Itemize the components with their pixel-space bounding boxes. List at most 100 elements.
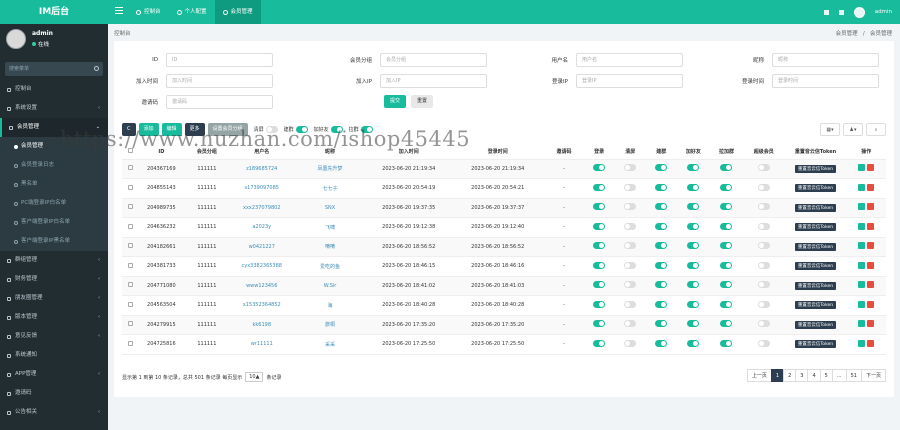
reset-token-button[interactable]: 重置音云信Token bbox=[794, 164, 837, 173]
edit-icon[interactable] bbox=[858, 203, 866, 211]
cell-username[interactable]: s1739097085 bbox=[229, 178, 294, 199]
cell-nickname[interactable]: 嘀嘀 bbox=[293, 237, 367, 257]
sidebar-subitem-blacklist[interactable]: 黑名单 bbox=[0, 175, 108, 194]
invite-code-field[interactable]: 邀请码 bbox=[166, 95, 273, 109]
toggle[interactable] bbox=[720, 242, 733, 250]
join-time-field[interactable]: 加入时间 bbox=[166, 74, 273, 88]
edit-icon[interactable] bbox=[858, 222, 866, 230]
row-checkbox[interactable] bbox=[127, 340, 133, 346]
toggle[interactable] bbox=[593, 300, 606, 308]
toggle[interactable] bbox=[624, 261, 637, 269]
edit-icon[interactable] bbox=[858, 261, 866, 269]
fullscreen-icon[interactable] bbox=[838, 9, 844, 15]
sidebar-item-feedback[interactable]: 意见反馈 ‹ bbox=[0, 327, 108, 346]
toggle[interactable] bbox=[687, 300, 700, 308]
toggle[interactable] bbox=[593, 203, 606, 211]
delete-icon[interactable] bbox=[867, 164, 875, 172]
nickname-field[interactable]: 昵称 bbox=[772, 53, 879, 67]
cell-nickname[interactable]: 旅桐 bbox=[293, 315, 367, 335]
toggle[interactable] bbox=[624, 203, 637, 211]
toggle[interactable] bbox=[720, 300, 733, 308]
table-row[interactable]: 204771080 111111 www123456 W.Sir 2023-06-20 … bbox=[122, 276, 886, 296]
toggle[interactable] bbox=[720, 320, 733, 328]
toggle[interactable] bbox=[655, 203, 668, 211]
reset-token-button[interactable]: 重置音云信Token bbox=[794, 262, 837, 271]
row-checkbox[interactable] bbox=[127, 184, 133, 190]
reset-token-button[interactable]: 重置音云信Token bbox=[794, 281, 837, 290]
toggle[interactable] bbox=[687, 164, 700, 172]
toggle[interactable] bbox=[655, 339, 668, 347]
toggle[interactable] bbox=[655, 300, 668, 308]
cell-nickname[interactable]: 海 bbox=[293, 295, 367, 316]
edit-icon[interactable] bbox=[858, 320, 866, 328]
avatar[interactable] bbox=[853, 6, 865, 18]
sidebar-item-settings[interactable]: 系统设置 ‹ bbox=[0, 99, 108, 118]
header-username[interactable]: admin bbox=[875, 9, 892, 15]
columns-button[interactable]: ▦▾ bbox=[820, 123, 840, 136]
sidebar-search-input[interactable]: 搜索菜单 bbox=[5, 62, 103, 76]
reset-token-button[interactable]: 重置音云信Token bbox=[794, 320, 837, 329]
toggle[interactable] bbox=[624, 164, 637, 172]
edit-icon[interactable] bbox=[858, 300, 866, 308]
trash-icon[interactable] bbox=[823, 9, 829, 15]
reset-token-button[interactable]: 重置音云信Token bbox=[794, 340, 837, 349]
toggle[interactable] bbox=[624, 320, 637, 328]
cell-username[interactable]: x15352364852 bbox=[229, 295, 294, 316]
toggle[interactable] bbox=[687, 222, 700, 230]
table-row[interactable]: 204563504 111111 x15352364852 海 2023-06-20 1… bbox=[122, 295, 886, 316]
edit-icon[interactable] bbox=[858, 164, 866, 172]
export-button[interactable]: ♟▾ bbox=[843, 123, 863, 136]
cell-nickname[interactable]: 飞啸 bbox=[293, 217, 367, 238]
cell-nickname[interactable]: 七七子 bbox=[293, 178, 367, 199]
toggle[interactable] bbox=[687, 203, 700, 211]
cell-username[interactable]: kk6198 bbox=[229, 315, 294, 335]
row-checkbox[interactable] bbox=[127, 301, 133, 307]
toggle[interactable] bbox=[687, 281, 700, 289]
toggle[interactable] bbox=[593, 164, 606, 172]
toggle[interactable] bbox=[757, 281, 770, 289]
toggle[interactable] bbox=[757, 300, 770, 308]
table-row[interactable]: 204182661 111111 w0421227 嘀嘀 2023-06-20 18:5… bbox=[122, 237, 886, 257]
app-logo[interactable]: IM后台 bbox=[0, 0, 108, 24]
table-row[interactable]: 204989735 111111 xxx237079802 SNX 2023-06-20… bbox=[122, 198, 886, 218]
toggle[interactable] bbox=[687, 339, 700, 347]
table-row[interactable]: 204367169 111111 z189685724 凤凰先升梦 2023-06-20… bbox=[122, 159, 886, 179]
edit-icon[interactable] bbox=[858, 281, 866, 289]
toggle[interactable] bbox=[757, 339, 770, 347]
toggle[interactable] bbox=[720, 222, 733, 230]
page-size-select[interactable]: 10▲ bbox=[245, 372, 264, 382]
row-checkbox[interactable] bbox=[127, 321, 133, 327]
toggle[interactable] bbox=[593, 222, 606, 230]
toggle[interactable] bbox=[655, 281, 668, 289]
cell-nickname[interactable]: SNX bbox=[293, 198, 367, 218]
sidebar-item-invite-code[interactable]: 邀请码 bbox=[0, 384, 108, 403]
cell-username[interactable]: z189685724 bbox=[229, 159, 294, 179]
sidebar-subitem-pc-whitelist[interactable]: PC端登录IP白名单 bbox=[0, 194, 108, 213]
reset-token-button[interactable]: 重置音云信Token bbox=[794, 203, 837, 212]
page-button[interactable]: 51 bbox=[845, 369, 862, 382]
tab-dashboard[interactable]: 控制台 bbox=[128, 0, 169, 24]
reset-button[interactable]: 重置 bbox=[411, 95, 434, 108]
cell-username[interactable]: wr11111 bbox=[229, 334, 294, 355]
login-ip-field[interactable]: 登录IP bbox=[576, 74, 683, 88]
toggle[interactable] bbox=[624, 339, 637, 347]
toggle[interactable] bbox=[687, 261, 700, 269]
join-ip-field[interactable]: 加入IP bbox=[380, 74, 487, 88]
reset-token-button[interactable]: 重置音云信Token bbox=[794, 184, 837, 193]
sidebar-item-app[interactable]: APP管理 ‹ bbox=[0, 365, 108, 384]
edit-icon[interactable] bbox=[858, 242, 866, 250]
toggle[interactable] bbox=[593, 242, 606, 250]
toggle[interactable] bbox=[624, 183, 637, 191]
group-field[interactable]: 会员分组 bbox=[380, 53, 487, 67]
toggle[interactable] bbox=[624, 242, 637, 250]
toggle[interactable] bbox=[655, 242, 668, 250]
table-row[interactable]: 204279915 111111 kk6198 旅桐 2023-06-20 17:35:… bbox=[122, 315, 886, 335]
toggle[interactable] bbox=[720, 183, 733, 191]
delete-icon[interactable] bbox=[867, 339, 875, 347]
row-checkbox[interactable] bbox=[127, 262, 133, 268]
toggle[interactable] bbox=[593, 320, 606, 328]
sidebar-item-moments[interactable]: 朋友圈管理 ‹ bbox=[0, 289, 108, 308]
row-checkbox[interactable] bbox=[127, 282, 133, 288]
toggle[interactable] bbox=[757, 203, 770, 211]
delete-icon[interactable] bbox=[867, 183, 875, 191]
